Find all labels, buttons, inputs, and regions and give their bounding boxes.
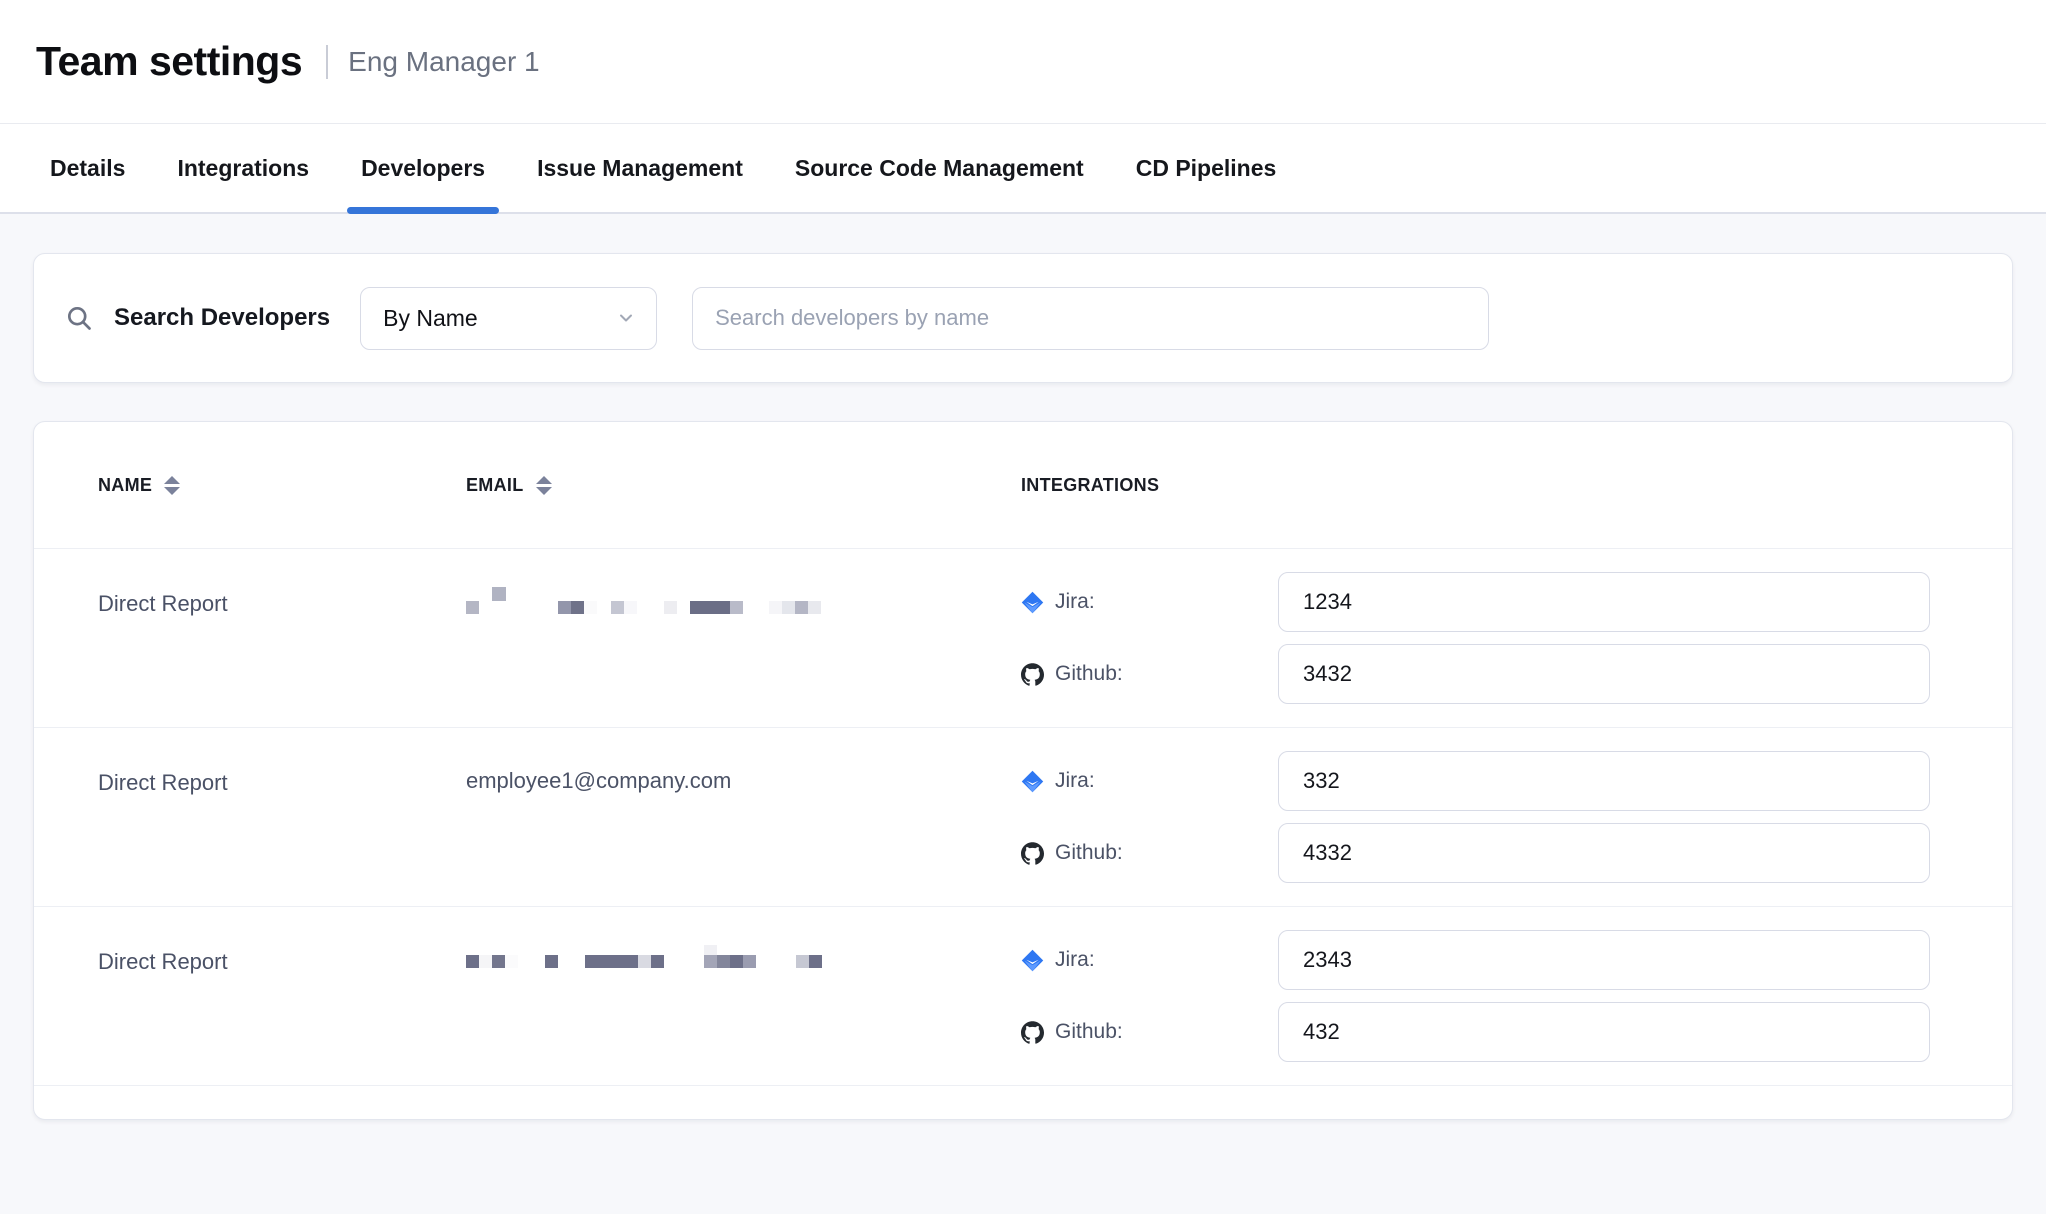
tab-source-code-management[interactable]: Source Code Management bbox=[781, 124, 1098, 212]
search-developers-label: Search Developers bbox=[114, 304, 330, 332]
developer-name: Direct Report bbox=[98, 930, 466, 1062]
developer-email: employee1@company.com bbox=[466, 751, 1021, 883]
github-icon bbox=[1021, 1021, 1044, 1044]
table-row: Direct Report Jira: bbox=[34, 549, 2012, 728]
page-header: Team settings Eng Manager 1 bbox=[0, 0, 2046, 124]
tab-developers[interactable]: Developers bbox=[347, 124, 499, 212]
tab-cd-pipelines[interactable]: CD Pipelines bbox=[1122, 124, 1291, 212]
developers-table: NAME EMAIL INTEGRATIONS Direct Report bbox=[33, 421, 2013, 1120]
jira-integration-line: Jira: bbox=[1021, 572, 1931, 632]
tab-issue-management[interactable]: Issue Management bbox=[523, 124, 757, 212]
github-id-input[interactable] bbox=[1278, 823, 1930, 883]
tab-integrations[interactable]: Integrations bbox=[163, 124, 323, 212]
developer-name: Direct Report bbox=[98, 572, 466, 704]
search-filter-select[interactable]: By Name bbox=[360, 287, 657, 350]
main-content: Search Developers By Name NAME EMAIL INT… bbox=[0, 214, 2046, 1120]
team-name-subtitle: Eng Manager 1 bbox=[348, 46, 539, 78]
github-label: Github: bbox=[1055, 841, 1123, 865]
developer-email-redacted bbox=[466, 930, 1021, 1062]
github-integration-line: Github: bbox=[1021, 823, 1931, 883]
jira-icon bbox=[1021, 591, 1044, 614]
github-label: Github: bbox=[1055, 662, 1123, 686]
redacted-email-pixels bbox=[466, 587, 826, 617]
jira-label: Jira: bbox=[1055, 948, 1095, 972]
column-header-name: NAME bbox=[98, 475, 466, 496]
github-icon bbox=[1021, 842, 1044, 865]
table-row: Direct Report Jira: bbox=[34, 907, 2012, 1086]
jira-id-input[interactable] bbox=[1278, 572, 1930, 632]
jira-id-input[interactable] bbox=[1278, 930, 1930, 990]
integrations-cell: Jira: Github: bbox=[1021, 751, 1931, 883]
github-id-input[interactable] bbox=[1278, 1002, 1930, 1062]
chevron-down-icon bbox=[616, 308, 636, 328]
redacted-email-pixels bbox=[466, 945, 826, 975]
table-row: Direct Report employee1@company.com Jira… bbox=[34, 728, 2012, 907]
github-integration-line: Github: bbox=[1021, 1002, 1931, 1062]
search-input[interactable] bbox=[692, 287, 1489, 350]
jira-integration-line: Jira: bbox=[1021, 930, 1931, 990]
jira-icon bbox=[1021, 770, 1044, 793]
integrations-cell: Jira: Github: bbox=[1021, 930, 1931, 1062]
github-label: Github: bbox=[1055, 1020, 1123, 1044]
search-filter-value: By Name bbox=[383, 305, 478, 332]
column-header-email: EMAIL bbox=[466, 475, 1021, 496]
sort-email-icon[interactable] bbox=[536, 476, 552, 495]
jira-label: Jira: bbox=[1055, 590, 1095, 614]
jira-id-input[interactable] bbox=[1278, 751, 1930, 811]
developer-name: Direct Report bbox=[98, 751, 466, 883]
github-integration-line: Github: bbox=[1021, 644, 1931, 704]
table-header-row: NAME EMAIL INTEGRATIONS bbox=[34, 422, 2012, 549]
search-icon bbox=[65, 304, 93, 332]
settings-tabbar: Details Integrations Developers Issue Ma… bbox=[0, 124, 2046, 214]
github-id-input[interactable] bbox=[1278, 644, 1930, 704]
column-header-integrations: INTEGRATIONS bbox=[1021, 475, 1931, 496]
tab-details[interactable]: Details bbox=[36, 124, 139, 212]
jira-label: Jira: bbox=[1055, 769, 1095, 793]
jira-icon bbox=[1021, 949, 1044, 972]
developer-email-redacted bbox=[466, 572, 1021, 704]
search-panel: Search Developers By Name bbox=[33, 253, 2013, 383]
github-icon bbox=[1021, 663, 1044, 686]
jira-integration-line: Jira: bbox=[1021, 751, 1931, 811]
integrations-cell: Jira: Github: bbox=[1021, 572, 1931, 704]
sort-name-icon[interactable] bbox=[164, 476, 180, 495]
title-separator bbox=[326, 45, 328, 79]
page-title: Team settings bbox=[36, 38, 302, 85]
